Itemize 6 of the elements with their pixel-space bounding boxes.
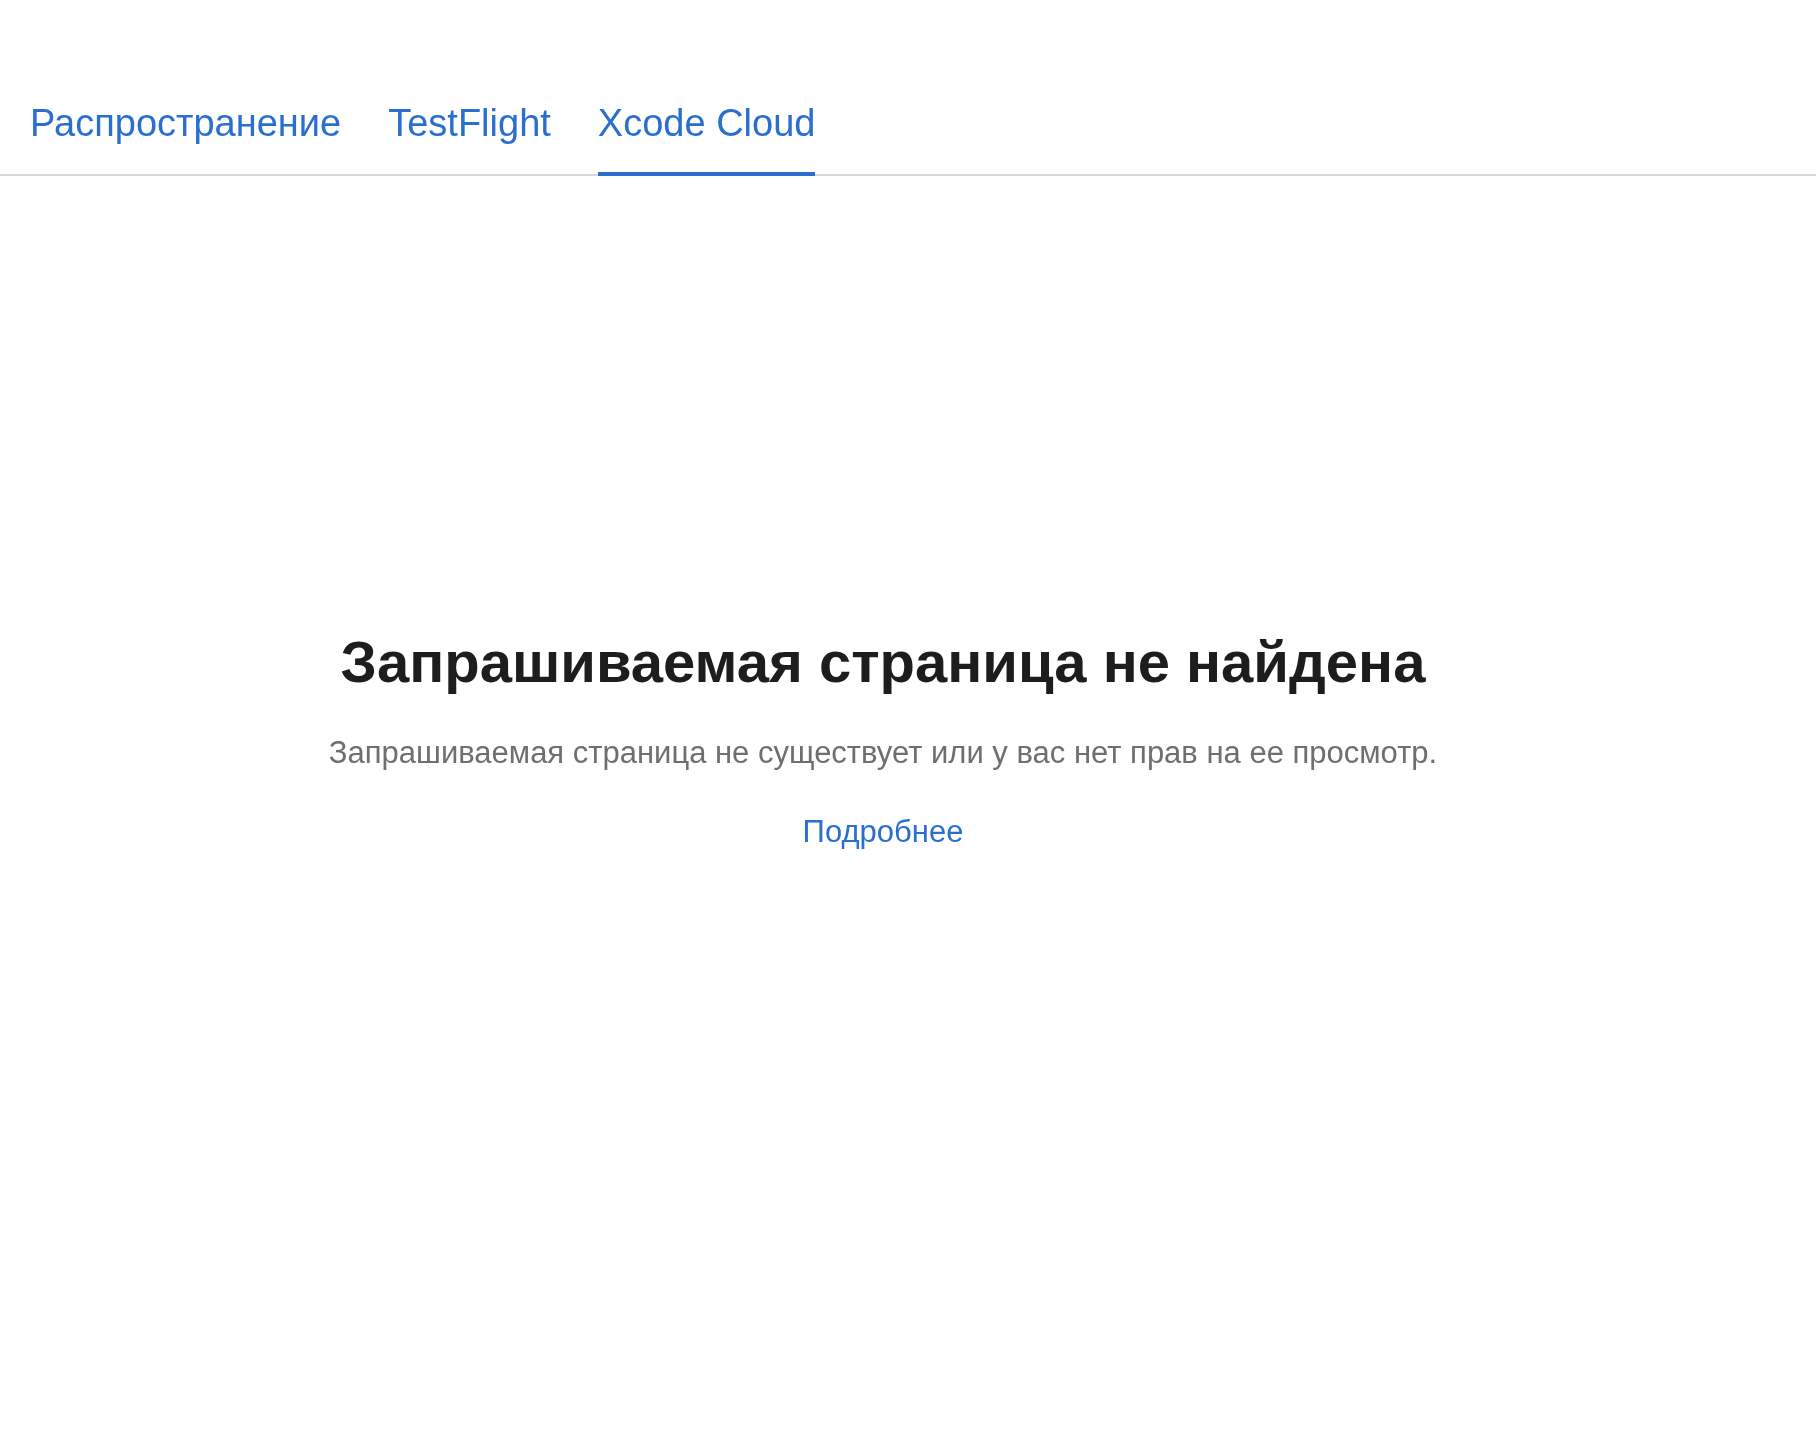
tab[interactable]: Xcode Cloud (597, 100, 816, 176)
learn-more-link[interactable]: Подробнее (802, 812, 964, 852)
error-title: Запрашиваемая страница не найдена (340, 628, 1426, 696)
error-description: Запрашиваемая страница не существует или у вас нет прав на ее просмотр. (328, 734, 1438, 772)
tab[interactable]: Распространение (30, 100, 342, 176)
tab[interactable]: TestFlight (388, 100, 551, 176)
